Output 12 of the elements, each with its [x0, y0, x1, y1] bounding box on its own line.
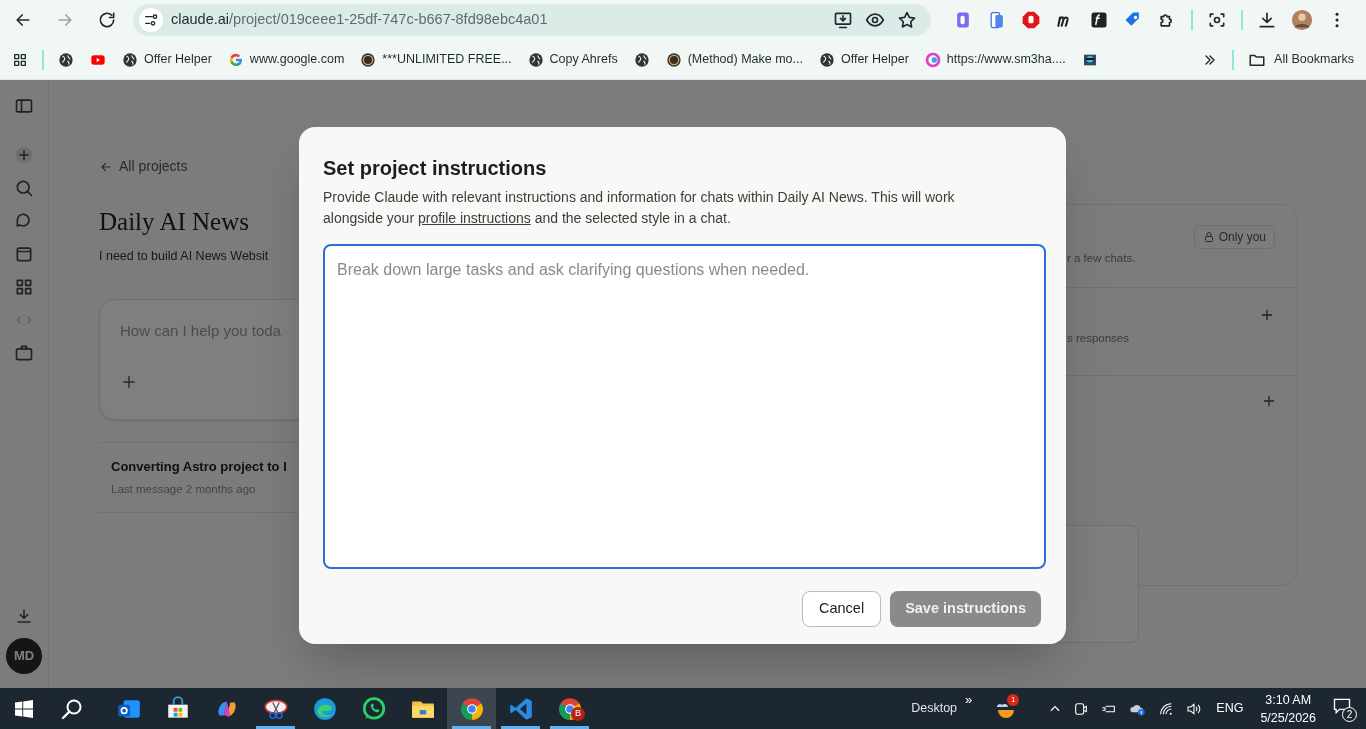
project-title: Daily AI News: [99, 207, 249, 237]
time-text: 3:10 AM: [1265, 691, 1312, 709]
panel-text: r a few chats.: [1067, 251, 1136, 266]
app-badge: B: [571, 707, 585, 721]
url-text: claude.ai/project/019ceee1-25df-747c-b667-8fd98ebc4a01: [171, 10, 548, 30]
notification-count: 2: [1342, 706, 1357, 722]
dialog-description: Provide Claude with relevant instructions and information for chats within Daily AI News. This will work alongside your profile instructions and the selected style in a chat.: [323, 188, 956, 228]
dialog-title: Set project instructions: [323, 156, 548, 181]
notification-badge: 1: [1007, 693, 1020, 706]
project-description: I need to build AI News Websit: [99, 247, 270, 265]
chat-title: Converting Astro project to I: [111, 458, 288, 477]
date-text: 5/25/2026: [1260, 709, 1316, 727]
